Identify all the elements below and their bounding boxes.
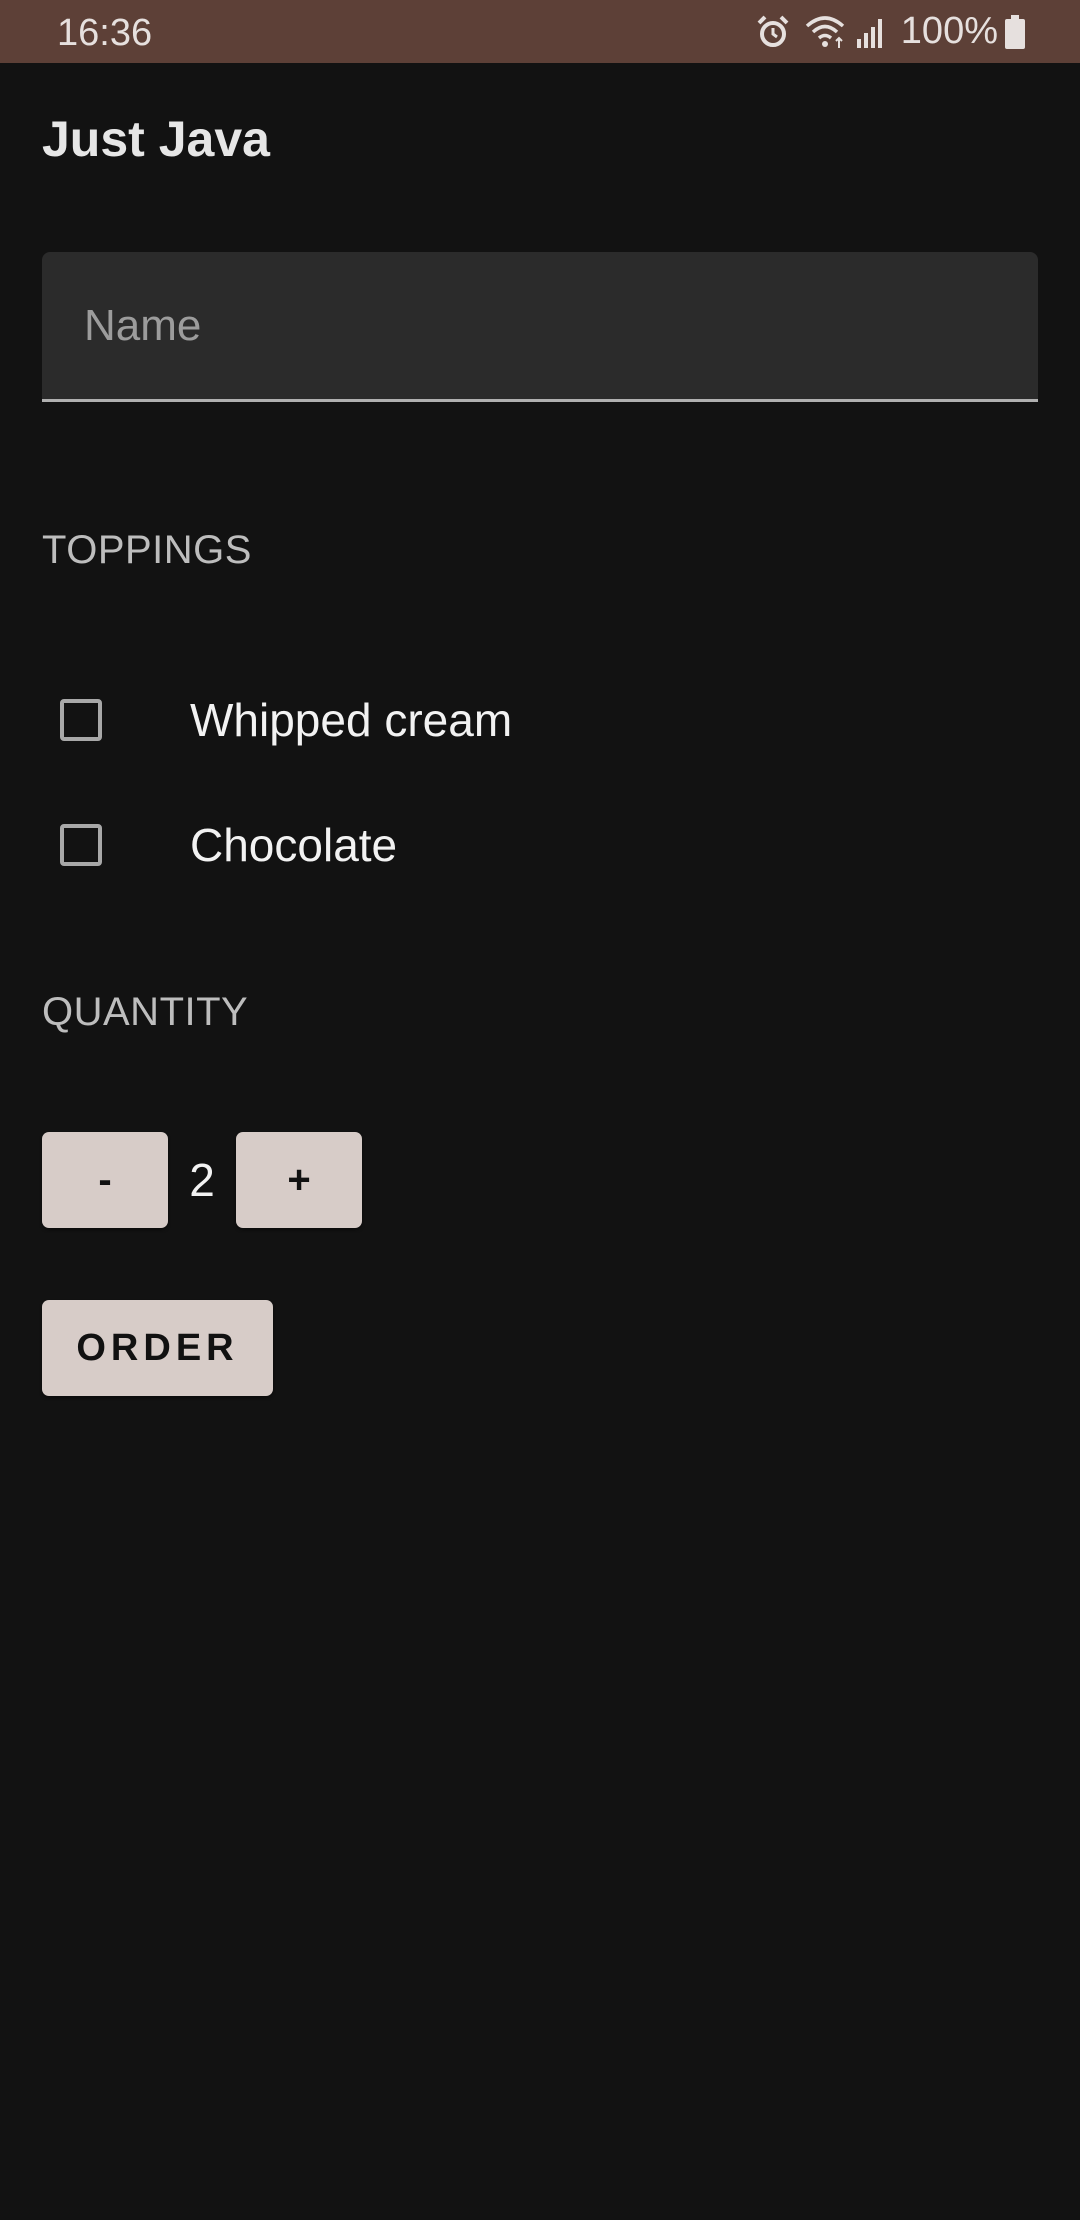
status-icons: 100% [755, 0, 1026, 63]
checkbox-whipped-cream[interactable]: Whipped cream [42, 670, 742, 770]
checkbox-chocolate[interactable]: Chocolate [42, 795, 742, 895]
name-field[interactable] [42, 252, 1038, 402]
name-input[interactable] [42, 252, 1038, 399]
order-button[interactable]: ORDER [42, 1300, 273, 1396]
whipped-cream-checkbox[interactable] [60, 699, 102, 741]
status-bar: 16:36 100% [0, 0, 1080, 63]
battery-icon [1004, 14, 1026, 50]
wifi-icon [803, 14, 847, 50]
status-time: 16:36 [57, 12, 153, 54]
app-title: Just Java [42, 111, 270, 167]
whipped-cream-label[interactable]: Whipped cream [190, 693, 512, 747]
chocolate-checkbox[interactable] [60, 824, 102, 866]
alarm-icon [755, 14, 791, 50]
increment-button[interactable]: + [236, 1132, 362, 1228]
decrement-button[interactable]: - [42, 1132, 168, 1228]
signal-icon [855, 15, 887, 49]
quantity-header: QUANTITY [42, 990, 249, 1034]
battery-percent: 100% [900, 10, 998, 52]
chocolate-label[interactable]: Chocolate [190, 818, 397, 872]
toppings-header: TOPPINGS [42, 528, 252, 572]
quantity-value: 2 [189, 1154, 215, 1206]
